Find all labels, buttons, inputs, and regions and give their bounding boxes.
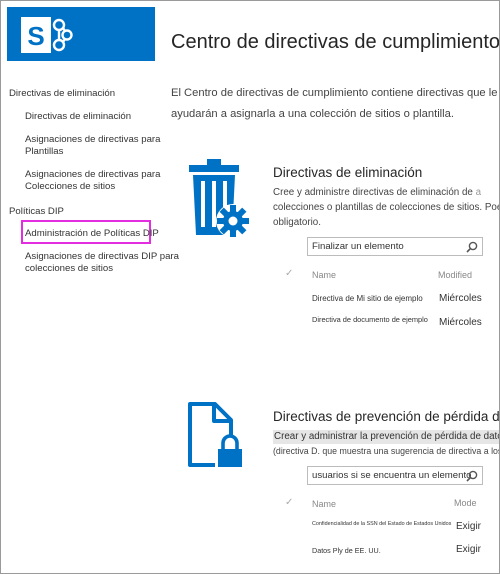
nav-item-dlp-site-collection-assignments[interactable]: Asignaciones de directivas DIP para cole… [25, 251, 185, 275]
dlp-description: Crear y administrar la prevención de pér… [273, 429, 500, 458]
retention-search-value: Finalizar un elemento [312, 241, 404, 252]
dlp-search-input[interactable]: usuarios si se encuentra un elemento [307, 466, 483, 485]
retention-row-name[interactable]: Directiva de Mi sitio de ejemplo [312, 294, 423, 303]
search-icon[interactable] [466, 241, 478, 253]
intro-line-2: ayudarán a asignarla a una colección de … [171, 108, 454, 120]
dlp-col-mode[interactable]: Mode [454, 498, 477, 508]
retention-desc-cut: a [475, 187, 482, 198]
nav-item-retention-policies[interactable]: Directivas de eliminación [25, 111, 185, 123]
site-frame: S Centro de directivas de cumplimiento D… [0, 0, 500, 574]
retention-description: Cree y administre directivas de eliminac… [273, 185, 500, 230]
retention-col-modified[interactable]: Modified [438, 270, 472, 280]
page-title: Centro de directivas de cumplimiento [171, 31, 500, 53]
dlp-search-value: usuarios si se encuentra un elemento [312, 470, 472, 481]
nav-item-dlp-management[interactable]: Administración de Políticas DIP [25, 228, 185, 240]
svg-text:S: S [27, 21, 44, 51]
dlp-row-name[interactable]: Confidencialidad de la SSN del Estado de… [312, 521, 451, 527]
sharepoint-logo-icon: S [21, 17, 73, 53]
intro-text: El Centro de directivas de cumplimiento … [171, 83, 499, 125]
retention-section-title[interactable]: Directivas de eliminación [273, 165, 422, 180]
sharepoint-logo[interactable]: S [7, 7, 155, 61]
dlp-row-mode: Exigir [456, 521, 482, 532]
retention-row-name[interactable]: Directiva de documento de ejemplo [312, 315, 428, 324]
nav-item-template-assignments[interactable]: Asignaciones de directivas para Plantill… [25, 134, 185, 158]
dlp-row-name[interactable]: Datos Ply de EE. UU. [312, 546, 381, 555]
retention-select-all-check[interactable]: ✓ [285, 268, 293, 279]
intro-line-1: El Centro de directivas de cumplimiento … [171, 87, 498, 99]
search-icon[interactable] [466, 470, 478, 482]
retention-row-modified: Miércoles [439, 317, 482, 328]
retention-search-input[interactable]: Finalizar un elemento [307, 237, 483, 256]
dlp-row-mode: Exigir [456, 544, 482, 555]
nav-group-retention[interactable]: Directivas de eliminación [9, 88, 115, 99]
dlp-desc-line-1: Crear y administrar la prevención de pér… [273, 430, 499, 444]
retention-row-modified: Miércoles [439, 293, 482, 304]
retention-desc-line-2: colecciones o plantillas de colecciones … [273, 202, 500, 213]
nav-item-site-collection-assignments[interactable]: Asignaciones de directivas para Coleccio… [25, 169, 185, 193]
document-lock-icon [187, 401, 247, 476]
nav-group-dlp[interactable]: Políticas DIP [9, 206, 64, 217]
retention-desc-line-1: Cree y administre directivas de eliminac… [273, 187, 473, 198]
dlp-select-all-check[interactable]: ✓ [285, 497, 293, 508]
retention-col-name[interactable]: Name [312, 270, 336, 280]
retention-desc-line-3: obligatorio. [273, 217, 321, 228]
dlp-desc-line-2: (directiva D. que muestra una sugerencia… [273, 446, 500, 456]
trash-gear-icon [187, 159, 251, 246]
dlp-section-title[interactable]: Directivas de prevención de pérdida de d… [273, 409, 499, 424]
dlp-col-name[interactable]: Name [312, 499, 336, 509]
